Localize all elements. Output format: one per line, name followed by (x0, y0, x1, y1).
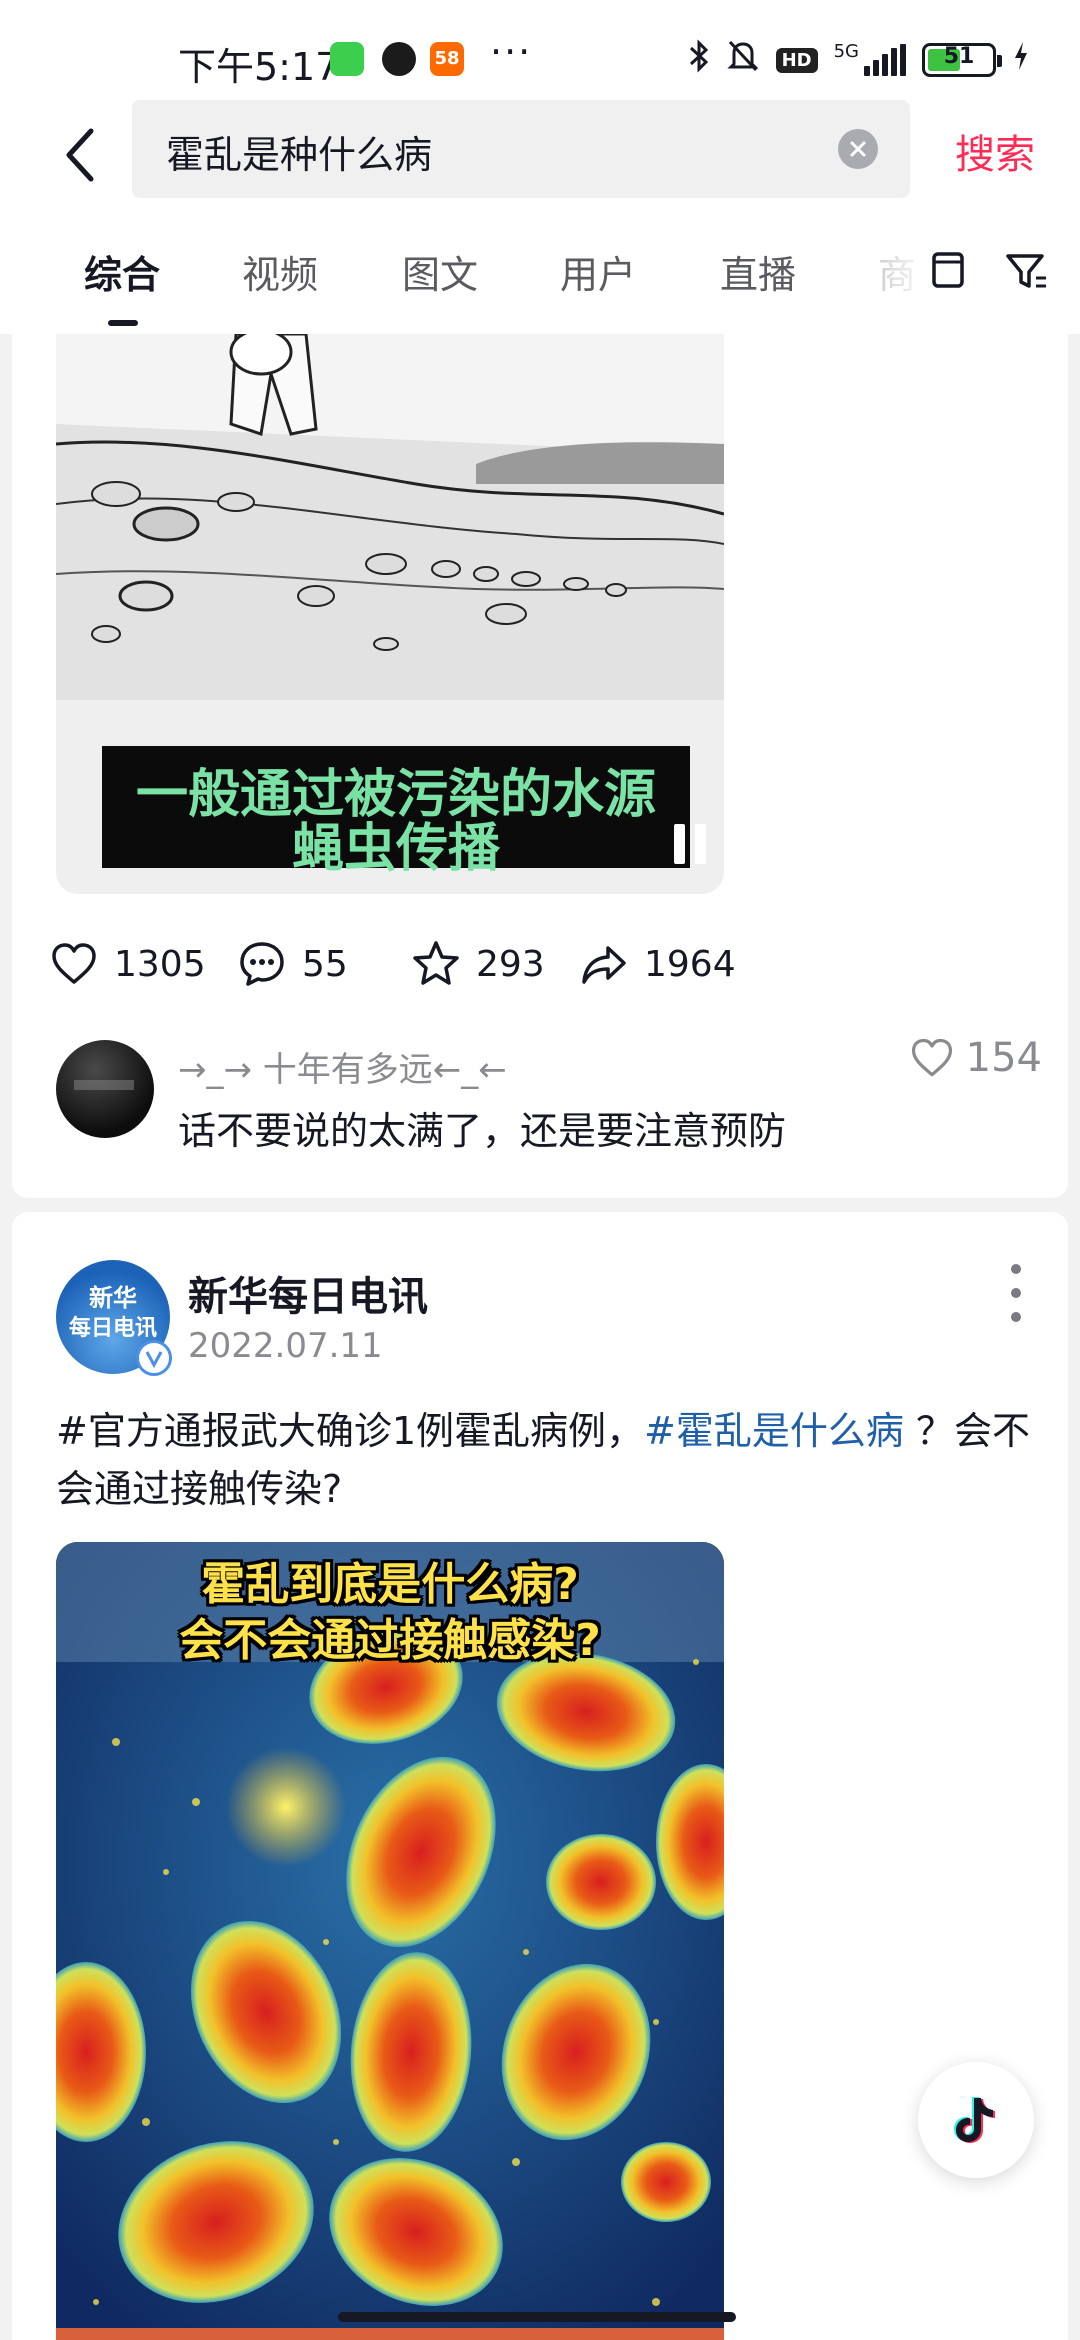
commenter-avatar[interactable] (56, 1040, 154, 1138)
post-result-card: 新华 每日电讯 新华每日电讯 2022.07.11 #官方通报武大确诊1例霍乱病… (12, 1212, 1068, 2340)
like-button[interactable]: 1305 (48, 938, 206, 990)
avatar-text-line-1: 新华 (89, 1284, 137, 1312)
like-count: 1305 (114, 943, 206, 985)
tiktok-icon (954, 2097, 995, 2143)
qq-notification-icon (382, 42, 416, 76)
search-input[interactable]: 霍乱是种什么病 (132, 100, 910, 198)
status-bar: 下午5:17 58 ··· HD 5G 51 (0, 0, 1080, 100)
search-tabs: 综合 视频 图文 用户 直播 商 (0, 210, 1080, 334)
comment-count: 55 (302, 943, 348, 985)
hashtag-link[interactable]: #霍乱是什么病 (644, 1409, 904, 1453)
post-image[interactable]: 霍乱到底是什么病? 会不会通过接触感染? (56, 1542, 724, 2340)
wechat-notification-icon (330, 42, 364, 76)
avatar-text-line-2: 每日电讯 (68, 1316, 157, 1341)
hd-badge: HD (775, 47, 818, 73)
favorite-button[interactable]: 293 (410, 938, 545, 990)
battery-icon: 51 (922, 43, 1002, 77)
caption-line-2: 蝇虫传播 (291, 819, 500, 879)
tab-video[interactable]: 视频 (242, 244, 318, 299)
video-actions: 1305 55 293 1964 (12, 928, 1068, 1008)
filter-icon[interactable] (1002, 246, 1050, 294)
search-query: 霍乱是种什么病 (166, 133, 433, 177)
star-icon (413, 941, 459, 985)
app-58-notification-icon: 58 (430, 42, 464, 76)
share-count: 1964 (644, 943, 736, 985)
tab-live[interactable]: 直播 (720, 244, 796, 299)
tab-comprehensive[interactable]: 综合 (84, 244, 160, 299)
heart-icon (52, 943, 96, 984)
author-name[interactable]: 新华每日电讯 (188, 1264, 428, 1322)
clear-icon[interactable] (838, 129, 878, 169)
video-caption: 一般通过被污染的水源 蝇虫传播 (102, 746, 690, 879)
share-icon (582, 946, 626, 984)
comment-button[interactable]: 55 (236, 938, 348, 990)
video-thumbnail[interactable]: 一般通过被污染的水源 蝇虫传播 (56, 334, 724, 894)
heart-icon (911, 1038, 952, 1077)
top-comment[interactable]: →_→ 十年有多远←_← 话不要说的太满了，还是要注意预防 154 (12, 1034, 1068, 1154)
more-notifications-icon: ··· (490, 30, 533, 74)
status-indicators: HD 5G 51 (688, 38, 1030, 82)
charging-icon (1012, 40, 1030, 80)
commenter-name[interactable]: →_→ 十年有多远←_← (178, 1042, 507, 1091)
tab-users[interactable]: 用户 (560, 244, 636, 299)
tab-image-text[interactable]: 图文 (402, 244, 478, 299)
comment-text: 话不要说的太满了，还是要注意预防 (178, 1109, 787, 1153)
verified-icon (136, 1340, 172, 1376)
image-title-line-1: 霍乱到底是什么病? (201, 1559, 579, 1610)
sketch-illustration (56, 334, 724, 700)
back-icon (66, 128, 94, 182)
video-result-card: 一般通过被污染的水源 蝇虫传播 1305 55 293 1964 →_→ 十年有… (12, 334, 1068, 1198)
share-button[interactable]: 1964 (578, 938, 736, 990)
more-icon[interactable] (1004, 1264, 1028, 1324)
signal-icon: 5G (834, 41, 906, 76)
post-date: 2022.07.11 (188, 1326, 383, 1366)
pause-icon[interactable] (674, 824, 708, 864)
battery-level: 51 (943, 44, 975, 69)
search-header: 霍乱是种什么病 搜索 (0, 100, 1080, 210)
mute-bell-icon (726, 38, 760, 82)
comment-like-count: 154 (965, 1035, 1042, 1081)
image-title-line-2: 会不会通过接触感染? (179, 1615, 601, 1666)
comment-like-button[interactable]: 154 (908, 1034, 1042, 1082)
bluetooth-icon (688, 38, 710, 82)
post-text-part-1: #官方通报武大确诊1例霍乱病例， (56, 1409, 645, 1453)
home-indicator[interactable] (338, 2312, 736, 2322)
tiktok-float-button[interactable] (918, 2062, 1034, 2178)
search-button[interactable]: 搜索 (955, 122, 1035, 180)
comment-icon (240, 942, 284, 986)
favorite-count: 293 (476, 943, 545, 985)
back-button[interactable] (50, 120, 110, 190)
status-time: 下午5:17 (178, 45, 340, 89)
grid-icon[interactable] (924, 246, 972, 294)
post-text: #官方通报武大确诊1例霍乱病例，#霍乱是什么病 ？会不会通过接触传染? (56, 1402, 1036, 1518)
active-tab-indicator (108, 320, 138, 326)
